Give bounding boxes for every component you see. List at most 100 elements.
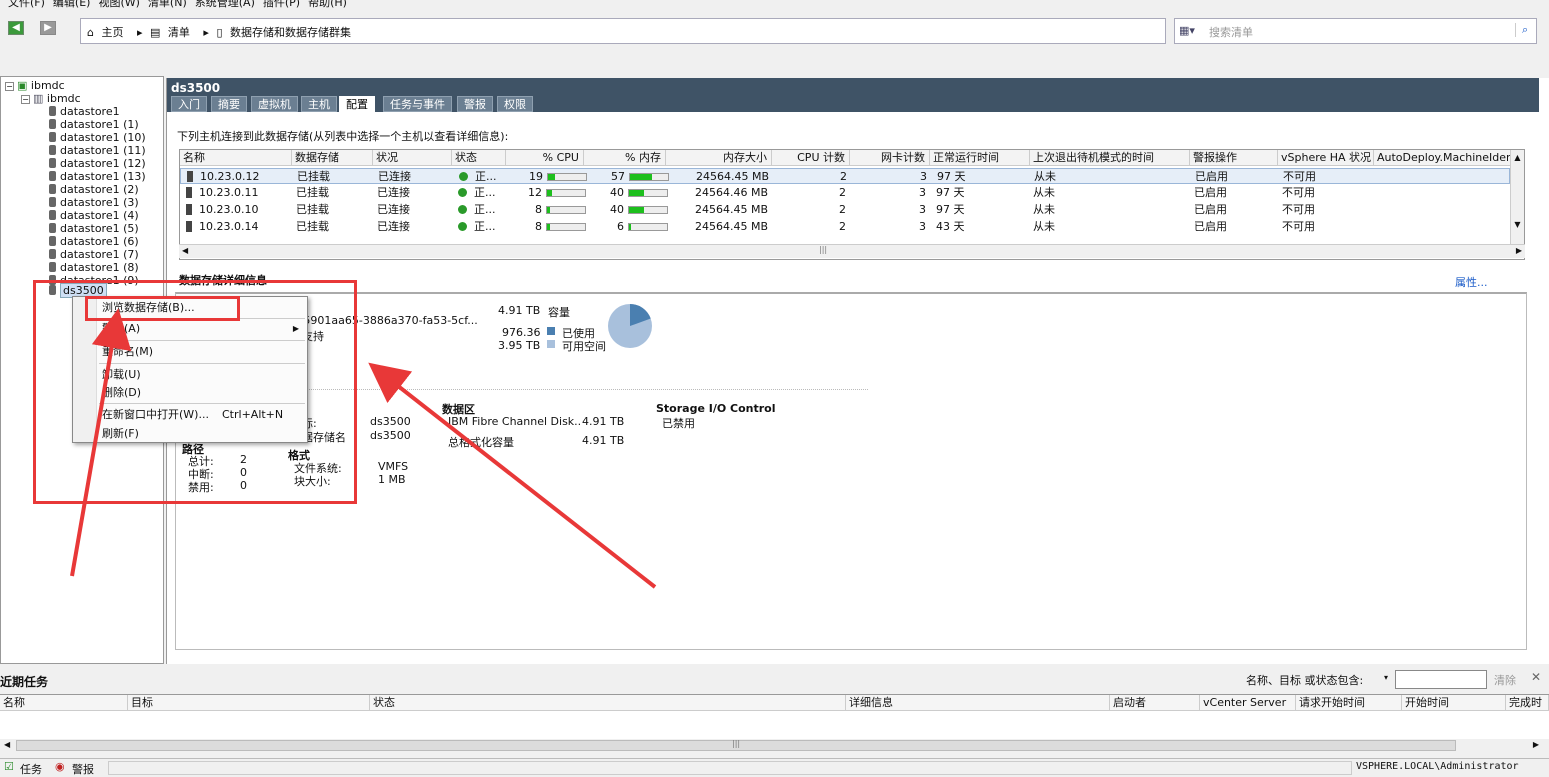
tab-6[interactable]: 警报 [457,96,493,112]
tree-item-datastore[interactable]: datastore1 (7) [49,248,139,261]
tree-item-datastore[interactable]: datastore1 (3) [49,196,139,209]
tab-0[interactable]: 入门 [171,96,207,112]
tab-4[interactable]: 配置 [339,96,375,112]
tab-3[interactable]: 主机 [301,96,337,112]
mem-bar-fill [629,190,645,196]
tree-datacenter[interactable]: − ▥ ibmdc [21,92,81,105]
column-header[interactable]: 上次退出待机模式的时间 [1030,150,1190,166]
tree-item-datastore[interactable]: datastore1 (12) [49,157,146,170]
scroll-left-icon[interactable]: ◀ [182,246,188,255]
column-header[interactable]: AutoDeploy.MachineIdenti [1374,150,1514,166]
datastore-icon [49,132,56,142]
scroll-grip-icon[interactable]: ||| [732,739,740,748]
collapse-icon[interactable]: − [21,95,30,104]
menu-item-0[interactable]: 文件(F) [8,0,45,10]
details-panel: s/5901aa65-3886a370-fa53-5cf... 支持 4.91 … [175,292,1527,650]
task-column-header[interactable]: 请求开始时间 [1296,695,1402,711]
task-filter-input[interactable] [1395,670,1487,689]
column-header[interactable]: 网卡计数 [850,150,930,166]
task-column-header[interactable]: vCenter Server [1200,695,1296,711]
collapse-icon[interactable]: − [5,82,14,91]
menu-item-4[interactable]: 系统管理(A) [195,0,255,10]
tree-item-datastore[interactable]: datastore1 (11) [49,144,146,157]
clear-button[interactable]: 清除 [1494,672,1516,688]
alarm-icon[interactable]: ◉ [55,760,65,773]
menu-item-6[interactable]: 帮助(H) [308,0,347,10]
tasks-horizontal-scrollbar[interactable]: ◀ ||| ▶ [0,739,1549,753]
tree-item-datastore[interactable]: datastore1 (8) [49,261,139,274]
search-scope-icon[interactable]: ▦▾ [1179,24,1195,37]
menu-item-3[interactable]: 清单(N) [148,0,187,10]
tree-item-datastore[interactable]: datastore1 (5) [49,222,139,235]
filter-dropdown-icon[interactable]: ▾ [1384,673,1388,682]
task-column-header[interactable]: 目标 [128,695,370,711]
tab-7[interactable]: 权限 [497,96,533,112]
column-header[interactable]: 正常运行时间 [930,150,1030,166]
column-header[interactable]: 状态 [452,150,506,166]
task-column-header[interactable]: 状态 [370,695,846,711]
column-header[interactable]: 警报操作 [1190,150,1278,166]
tab-1[interactable]: 摘要 [211,96,247,112]
tree-item-datastore[interactable]: datastore1 (2) [49,183,139,196]
cell-memsize: 24564.45 MB [694,203,768,216]
cell-ha: 不可用 [1282,220,1315,233]
search-icon[interactable]: ⌕ [1515,23,1528,37]
tree-item-datastore[interactable]: datastore1 (6) [49,235,139,248]
task-column-header[interactable]: 启动者 [1110,695,1200,711]
block-value: 1 MB [378,473,406,486]
tree-root[interactable]: − ▣ ibmdc [5,79,65,92]
status-tasks[interactable]: 任务 [20,761,42,777]
table-row[interactable]: 10.23.0.11 已挂载 已连接 正... 12 40 24564.46 MB 2 3 97… [180,185,1510,201]
tab-2[interactable]: 虚拟机 [251,96,298,112]
horizontal-scrollbar[interactable]: ◀ ||| ▶ [179,244,1525,258]
menu-item-1[interactable]: 编辑(E) [53,0,91,10]
scroll-down-icon[interactable]: ▼ [1511,220,1524,229]
breadcrumb-inventory[interactable]: 清单 [168,26,190,39]
column-header[interactable]: % 内存 [584,150,666,166]
total-formatted-label: 总格式化容量 [448,436,514,449]
tab-5[interactable]: 任务与事件 [383,96,452,112]
menu-item-5[interactable]: 插件(P) [263,0,300,10]
scroll-right-icon[interactable]: ▶ [1516,246,1522,255]
tree-item-datastore[interactable]: datastore1 (4) [49,209,139,222]
forward-icon[interactable]: ▶ [40,21,56,35]
column-header[interactable]: 状况 [373,150,452,166]
back-icon[interactable]: ◀ [8,21,24,35]
menu-item-2[interactable]: 视图(W) [98,0,139,10]
column-header[interactable]: vSphere HA 状况 [1278,150,1374,166]
scroll-up-icon[interactable]: ▲ [1511,153,1524,162]
table-row[interactable]: 10.23.0.10 已挂载 已连接 正... 8 40 24564.45 MB 2 3 97 … [180,202,1510,218]
scroll-left-icon[interactable]: ◀ [4,740,10,749]
check-icon [459,172,468,181]
scroll-right-icon[interactable]: ▶ [1533,740,1539,749]
table-row[interactable]: 10.23.0.12 已挂载 已连接 正... 19 57 24564.45 MB 2 3 97… [180,168,1510,184]
table-row[interactable]: 10.23.0.14 已挂载 已连接 正... 8 6 24564.45 MB 2 3 43 天… [180,219,1510,235]
properties-link[interactable]: 属性... [1455,274,1488,290]
task-column-header[interactable]: 详细信息 [846,695,1110,711]
tree-item-datastore[interactable]: datastore1 (1) [49,118,139,131]
tree-item-datastore[interactable]: datastore1 [49,105,120,118]
tree-item-datastore[interactable]: datastore1 (13) [49,170,146,183]
search-input[interactable]: 搜索清单 [1209,24,1253,40]
vertical-scrollbar[interactable]: ▲ ▼ [1510,150,1524,244]
tasks-icon[interactable]: ☑ [4,760,14,773]
column-header[interactable]: CPU 计数 [772,150,850,166]
breadcrumb-home[interactable]: 主页 [101,26,123,39]
cell-standby: 从未 [1034,170,1056,183]
close-icon[interactable]: ✕ [1531,670,1541,684]
task-column-header[interactable]: 名称 [0,695,128,711]
task-column-header[interactable]: 完成时 [1506,695,1549,711]
scroll-grip-icon[interactable]: ||| [819,245,827,254]
status-alarms[interactable]: 警报 [72,761,94,777]
cell-name: 10.23.0.10 [186,202,286,218]
column-header[interactable]: 数据存储 [292,150,373,166]
tree-item-datastore[interactable]: datastore1 (10) [49,131,146,144]
column-header[interactable]: % CPU [506,150,584,166]
task-column-header[interactable]: 开始时间 [1402,695,1506,711]
cell-state: 正... [458,219,508,235]
mem-bar [629,173,669,181]
home-icon[interactable]: ⌂ [87,26,94,39]
sioc-value: 已禁用 [662,417,695,430]
column-header[interactable]: 名称 [180,150,292,166]
column-header[interactable]: 内存大小 [666,150,772,166]
